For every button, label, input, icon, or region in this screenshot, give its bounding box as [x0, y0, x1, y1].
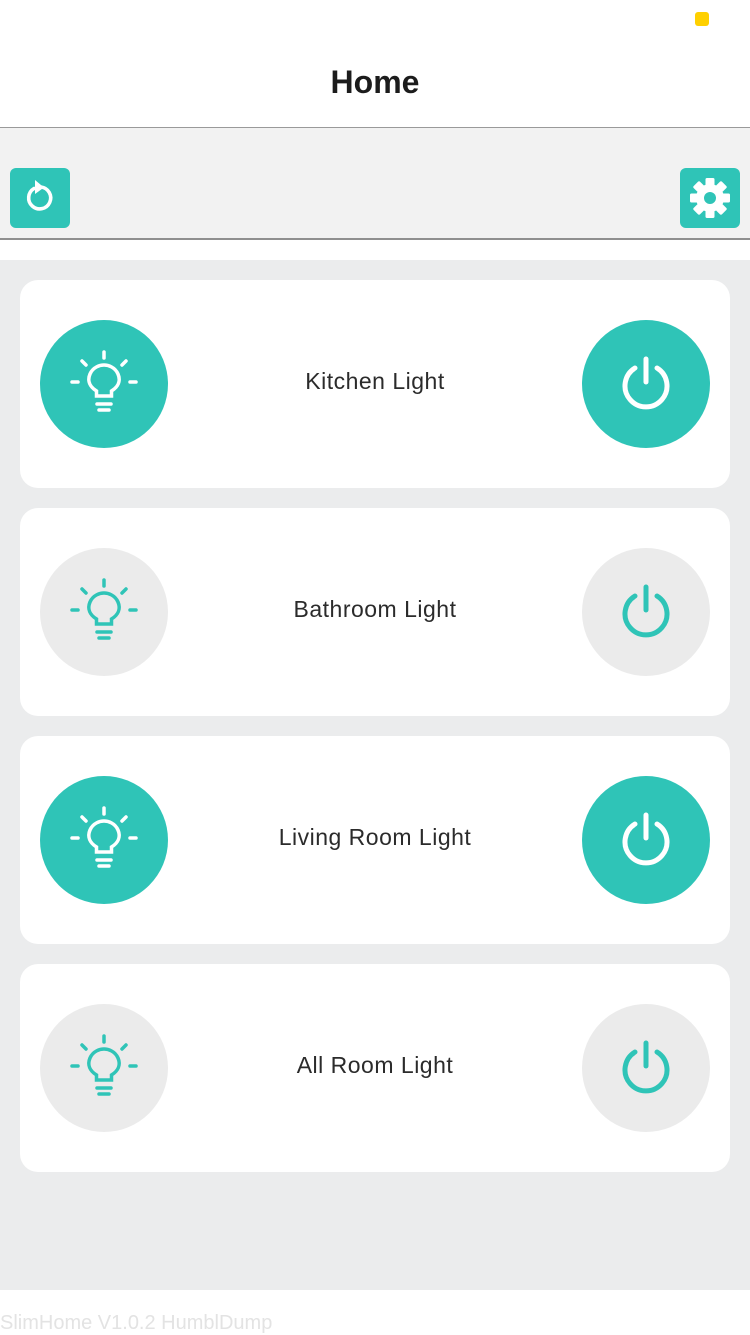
refresh-button[interactable] [10, 168, 70, 228]
light-label: All Room Light [296, 1052, 454, 1078]
footer: SlimHome V1.0.2 HumblDump [0, 1290, 750, 1334]
power-icon [622, 812, 670, 866]
power-button[interactable] [582, 1004, 710, 1132]
lightbulb-icon [70, 350, 138, 412]
page-title: Home [330, 64, 420, 100]
version-label: SlimHome V1.0.2 HumblDump [0, 1312, 273, 1334]
gear-icon [690, 178, 730, 218]
light-card-bathroom: Bathroom Light [20, 508, 730, 716]
refresh-icon [26, 180, 53, 211]
bulb-button[interactable] [40, 776, 168, 904]
nav-bar: Home [0, 0, 750, 128]
light-card-all-room: All Room Light [20, 964, 730, 1172]
bulb-button[interactable] [40, 320, 168, 448]
light-label: Bathroom Light [293, 596, 457, 622]
toolbar [0, 128, 750, 240]
settings-button[interactable] [680, 168, 740, 228]
light-label: Living Room Light [278, 824, 472, 850]
power-icon [622, 356, 670, 410]
power-button[interactable] [582, 320, 710, 448]
lightbulb-icon [70, 806, 138, 868]
status-indicator [695, 12, 709, 26]
power-icon [622, 584, 670, 638]
light-label: Kitchen Light [305, 368, 445, 394]
power-button[interactable] [582, 548, 710, 676]
power-button[interactable] [582, 776, 710, 904]
power-icon [622, 1040, 670, 1094]
lightbulb-icon [70, 578, 138, 640]
light-card-living-room: Living Room Light [20, 736, 730, 944]
bulb-button[interactable] [40, 1004, 168, 1132]
device-list: Kitchen Light Bathroom Light Living Room… [0, 260, 750, 1290]
bulb-button[interactable] [40, 548, 168, 676]
lightbulb-icon [70, 1034, 138, 1096]
light-card-kitchen: Kitchen Light [20, 280, 730, 488]
